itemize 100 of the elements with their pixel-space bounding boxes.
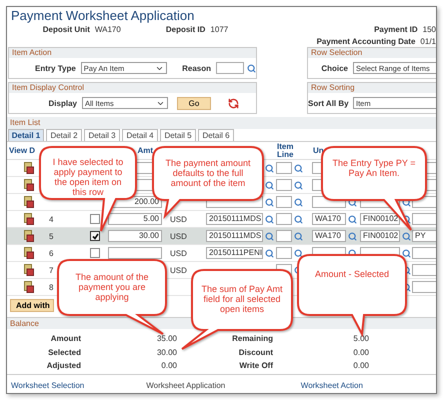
entry-type-field[interactable] [412,247,436,259]
section-header: Row Selection [308,48,436,58]
lookup-icon[interactable] [265,248,274,258]
tooltip-text: Amount - Selected [314,269,390,279]
currency-text: USD [170,248,187,258]
row-checkbox[interactable] [90,231,100,241]
tooltip-text: The amount of the payment you are applying [74,272,150,302]
balance-value: 0.00 [352,348,369,359]
field-label: Entry Type [34,64,76,72]
field-label: Reason [181,64,211,72]
reason-field[interactable] [216,62,244,74]
item-line-field[interactable] [276,196,292,208]
lookup-icon[interactable] [294,232,303,240]
balance-value: 30.00 [156,348,177,359]
tooltip-text: The sum of Pay Amt field for all selected open items [200,284,284,314]
detail-tab[interactable]: Detail 5 [160,129,196,141]
amount-field[interactable] [108,247,162,259]
lookup-icon[interactable] [265,180,274,190]
item-id-field[interactable]: FIN00102 [360,230,400,242]
refresh-icon[interactable] [228,98,239,108]
tooltip-text: The Entry Type PY = Pay An Item. [332,158,416,178]
amount-field[interactable]: 5.00 [108,213,162,225]
amount-field[interactable]: 30.00 [108,230,162,242]
entry-type-field[interactable] [412,264,436,276]
balance-label: Amount [50,334,81,345]
detail-tab[interactable]: Detail 1 [8,129,44,141]
document-icon[interactable] [24,196,34,208]
document-icon[interactable] [24,179,34,191]
lookup-icon[interactable] [247,64,256,72]
item-id-field[interactable]: FIN00102 [360,213,400,225]
lookup-icon[interactable] [294,248,303,258]
document-icon[interactable] [24,247,34,259]
document-icon[interactable] [24,230,34,242]
balance-value: 0.00 [160,361,177,372]
column-header[interactable]: Amt [137,146,153,154]
section-header: Item List [7,117,436,129]
item-line-field[interactable] [276,162,292,174]
lookup-icon[interactable] [348,214,357,224]
lookup-icon[interactable] [265,214,274,224]
document-icon[interactable] [24,162,34,174]
item-line-field[interactable] [276,247,292,259]
balance-value: 35.00 [156,334,177,345]
lookup-icon[interactable] [265,198,274,206]
page-title: Payment Worksheet Application [10,7,196,23]
lookup-icon[interactable] [294,164,303,172]
lookup-icon[interactable] [402,232,411,240]
lookup-icon[interactable] [265,164,274,172]
date-field[interactable]: 20150111MDS [206,213,263,225]
unit-field[interactable]: WA170 [312,230,346,242]
detail-tab[interactable]: Detail 3 [84,129,120,141]
footer-link[interactable]: Worksheet Selection [11,380,146,390]
entry-type-field[interactable] [412,213,436,225]
item-line-field[interactable] [276,230,292,242]
row-number: 7 [49,266,54,274]
currency-text: USD [170,266,187,274]
balance-label: Remaining [231,334,273,345]
lookup-icon[interactable] [294,214,303,224]
tooltip-text: The payment amount defaults to the full amount of the item [164,158,252,188]
balance-label: Adjusted [46,361,81,372]
row-checkbox[interactable] [90,214,100,224]
field-label: Payment ID [373,24,418,34]
lookup-icon[interactable] [265,232,274,240]
column-header[interactable]: Un [313,146,324,154]
entry-type-field[interactable]: PY [412,230,436,242]
field-value: WA170 [94,24,122,34]
lookup-icon[interactable] [348,232,357,240]
date-field[interactable]: 20150111PENI [206,247,263,259]
row-number: 4 [49,214,54,224]
lookup-icon[interactable] [294,198,303,206]
detail-tab[interactable]: Detail 2 [46,129,82,141]
document-icon[interactable] [24,264,34,276]
balance-value: 5.00 [352,334,369,345]
field-label: Deposit Unit [42,24,90,34]
footer-text: Worksheet Application [146,380,226,390]
currency-text: USD [170,232,187,240]
date-field[interactable]: 20150111MDS [206,230,263,242]
item-line-field[interactable] [276,213,292,225]
document-icon[interactable] [24,281,34,293]
lookup-icon[interactable] [294,180,303,190]
row-number: 6 [49,248,54,258]
add-button[interactable]: Add with [10,298,54,312]
section-header: Item Action [9,48,256,58]
field-label: Choice [320,64,348,72]
column-header[interactable]: Item Line [277,142,309,158]
field-value: 1077 [210,24,230,34]
go-button[interactable]: Go [177,96,211,110]
row-checkbox[interactable] [90,248,100,258]
item-line-field[interactable] [276,179,292,191]
balance-label: Write Off [238,361,273,372]
section-header: Item Display Control [9,83,256,93]
column-header[interactable]: View D [9,146,36,154]
row-number: 5 [49,232,54,240]
detail-tab[interactable]: Detail 4 [122,129,158,141]
detail-tab[interactable]: Detail 6 [198,129,234,141]
entry-type-field[interactable] [412,281,436,293]
document-icon[interactable] [24,213,34,225]
unit-field[interactable]: WA170 [312,213,346,225]
lookup-icon[interactable] [402,248,411,258]
field-label: Deposit ID [164,24,206,34]
footer-link[interactable]: Worksheet Action [300,380,436,390]
